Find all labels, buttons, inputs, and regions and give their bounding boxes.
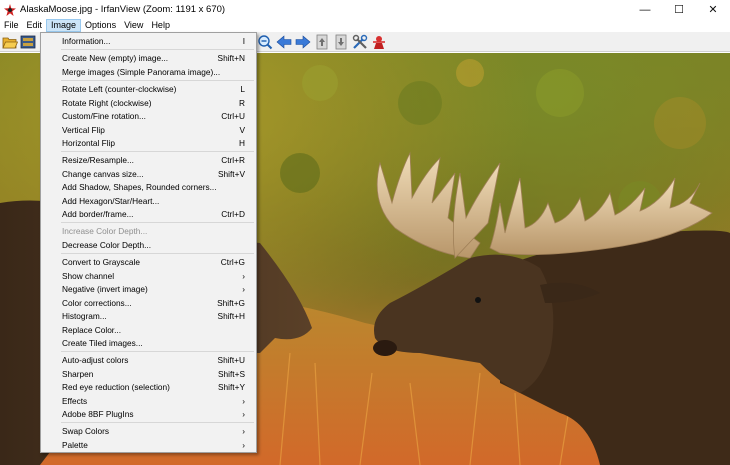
menu-item-sharpen[interactable]: Sharpen Shift+S	[41, 367, 256, 380]
menu-file[interactable]: File	[0, 19, 23, 32]
menu-separator	[61, 49, 254, 50]
submenu-arrow-icon: ›	[242, 425, 245, 436]
menu-item-convert-to-grayscale[interactable]: Convert to Grayscale Ctrl+G	[41, 255, 256, 268]
menu-item-negative[interactable]: Negative (invert image) ›	[41, 282, 256, 295]
menu-image[interactable]: Image	[46, 19, 82, 32]
zoom-out-icon[interactable]	[257, 34, 273, 50]
menu-item-adobe-8bf-plugins[interactable]: Adobe 8BF PlugIns ›	[41, 407, 256, 420]
submenu-arrow-icon: ›	[242, 408, 245, 419]
irfanview-app-icon	[4, 3, 16, 16]
menu-item-effects[interactable]: Effects ›	[41, 394, 256, 407]
menu-item-rotate-left[interactable]: Rotate Left (counter-clockwise) L	[41, 82, 256, 95]
paste-icon[interactable]	[333, 34, 349, 50]
open-folder-icon[interactable]	[2, 34, 18, 50]
menu-separator	[61, 151, 254, 152]
window-title: AlaskaMoose.jpg - IrfanView (Zoom: 1191 …	[20, 4, 226, 15]
settings-icon[interactable]	[352, 34, 368, 50]
exit-icon[interactable]	[371, 34, 387, 50]
menu-item-vertical-flip[interactable]: Vertical Flip V	[41, 123, 256, 136]
submenu-arrow-icon: ›	[242, 283, 245, 294]
menu-item-rotate-right[interactable]: Rotate Right (clockwise) R	[41, 96, 256, 109]
menu-item-increase-color-depth: Increase Color Depth...	[62, 225, 148, 236]
menu-item-custom-rotation[interactable]: Custom/Fine rotation... Ctrl+U	[41, 109, 256, 122]
menu-edit[interactable]: Edit	[23, 19, 47, 32]
submenu-arrow-icon: ›	[242, 395, 245, 406]
menu-item-color-corrections[interactable]: Color corrections... Shift+G	[41, 296, 256, 309]
menu-separator	[61, 351, 254, 352]
menu-item-palette[interactable]: Palette ›	[41, 438, 256, 451]
menu-item-decrease-color-depth[interactable]: Decrease Color Depth...	[41, 238, 256, 251]
menu-item-auto-adjust-colors[interactable]: Auto-adjust colors Shift+U	[41, 353, 256, 366]
menu-item-histogram[interactable]: Histogram... Shift+H	[41, 309, 256, 322]
submenu-arrow-icon: ›	[242, 270, 245, 281]
menu-separator	[61, 253, 254, 254]
minimize-button[interactable]: —	[628, 0, 662, 19]
menu-bar: File Edit Image Options View Help	[0, 19, 730, 32]
close-button[interactable]: ✕	[696, 0, 730, 19]
menu-help[interactable]: Help	[147, 19, 174, 32]
menu-item-add-border-frame[interactable]: Add border/frame... Ctrl+D	[41, 207, 256, 220]
menu-options[interactable]: Options	[81, 19, 120, 32]
copy-icon[interactable]	[314, 34, 330, 50]
menu-item-horizontal-flip[interactable]: Horizontal Flip H	[41, 136, 256, 149]
menu-item-merge-images[interactable]: Merge images (Simple Panorama image)...	[41, 65, 256, 78]
menu-item-swap-colors[interactable]: Swap Colors ›	[41, 424, 256, 437]
image-menu-dropdown: Information... I Create New (empty) image…	[40, 32, 257, 453]
menu-item-red-eye-reduction[interactable]: Red eye reduction (selection) Shift+Y	[41, 380, 256, 393]
menu-item-create-tiled-images[interactable]: Create Tiled images...	[41, 336, 256, 349]
menu-item-resize-resample[interactable]: Resize/Resample... Ctrl+R	[41, 153, 256, 166]
maximize-button[interactable]: ☐	[662, 0, 696, 19]
menu-item-add-hexagon-star-heart[interactable]: Add Hexagon/Star/Heart...	[41, 194, 256, 207]
next-icon[interactable]	[295, 34, 311, 50]
menu-item-add-shadow-shapes[interactable]: Add Shadow, Shapes, Rounded corners...	[41, 180, 256, 193]
menu-item-information[interactable]: Information... I	[41, 34, 256, 47]
menu-separator	[61, 422, 254, 423]
previous-icon[interactable]	[276, 34, 292, 50]
menu-separator	[61, 80, 254, 81]
thumbnails-icon[interactable]	[20, 34, 36, 50]
menu-item-replace-color[interactable]: Replace Color...	[41, 323, 256, 336]
menu-separator	[61, 222, 254, 223]
menu-view[interactable]: View	[120, 19, 147, 32]
menu-item-create-new-image[interactable]: Create New (empty) image... Shift+N	[41, 51, 256, 64]
submenu-arrow-icon: ›	[242, 439, 245, 450]
menu-item-change-canvas-size[interactable]: Change canvas size... Shift+V	[41, 167, 256, 180]
title-bar: AlaskaMoose.jpg - IrfanView (Zoom: 1191 …	[0, 0, 730, 19]
menu-item-show-channel[interactable]: Show channel ›	[41, 269, 256, 282]
